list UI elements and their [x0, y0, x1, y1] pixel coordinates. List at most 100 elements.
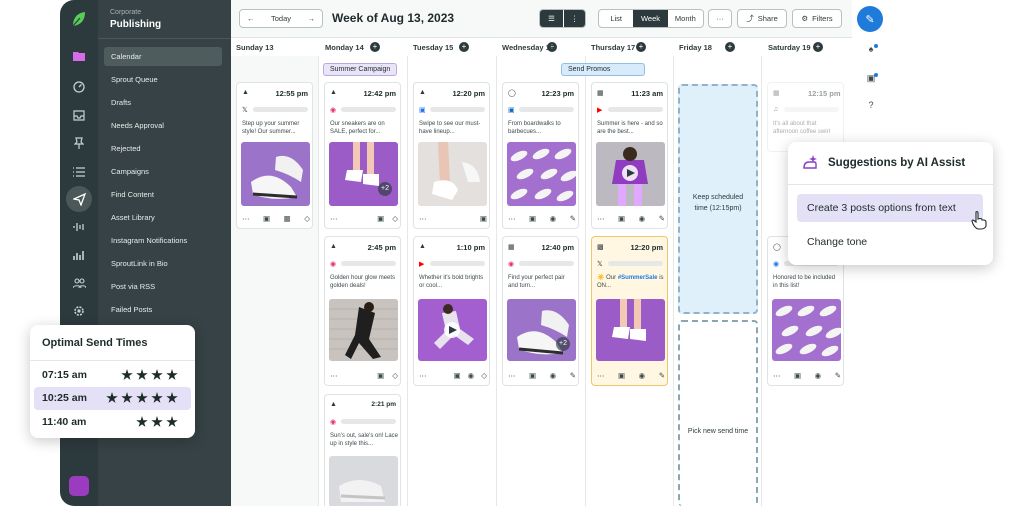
sidebar-item-asset-library[interactable]: Asset Library [104, 208, 222, 227]
more-icon[interactable]: ⋯ [242, 214, 250, 223]
post-video[interactable] [596, 142, 665, 206]
comment-icon[interactable]: ▣ [618, 371, 625, 380]
sidebar-item-instagram-notifications[interactable]: Instagram Notifications [104, 231, 222, 250]
gauge-icon[interactable] [70, 78, 88, 96]
settings-icon[interactable] [70, 302, 88, 320]
sidebar-item-sproutlink[interactable]: SproutLink in Bio [104, 254, 222, 273]
more-icon[interactable]: ⋯ [508, 371, 516, 380]
eye-icon[interactable]: ◉ [468, 371, 475, 380]
post-card[interactable]: ▦ 12:40 pm ◉ Find your perfect pair and … [502, 236, 579, 386]
expand-view-icon[interactable]: ⋮ [563, 10, 585, 27]
tab-list[interactable]: List [599, 10, 633, 27]
comment-icon[interactable]: ▣ [618, 214, 625, 223]
sidebar-item-needs-approval[interactable]: Needs Approval [104, 116, 222, 135]
post-card[interactable]: ◯ 12:23 pm ▣ From boardwalks to barbecue… [502, 82, 579, 229]
more-icon[interactable]: ⋯ [419, 214, 427, 223]
more-icon[interactable]: ⋯ [419, 371, 427, 380]
edit-icon[interactable]: ✎ [570, 214, 576, 223]
eye-icon[interactable]: ◉ [639, 371, 646, 380]
share-button[interactable]: ⤴ Share [737, 9, 787, 28]
sidebar-item-failed-posts[interactable]: Failed Posts [104, 300, 222, 319]
rating-stars [121, 369, 178, 381]
arrow-left-icon[interactable]: ← [247, 14, 255, 23]
pin-icon[interactable] [70, 134, 88, 152]
sidebar-item-find-content[interactable]: Find Content [104, 185, 222, 204]
tag-icon[interactable]: ◇ [392, 371, 398, 380]
post-card[interactable]: ▲ 12:42 pm ◉ Our sneakers are on SALE, p… [324, 82, 401, 229]
sidebar-item-drafts[interactable]: Drafts [104, 93, 222, 112]
filters-button[interactable]: ⚙ Filters [792, 9, 842, 28]
tab-week[interactable]: Week [633, 10, 668, 27]
pick-time-dropzone[interactable]: Pick new send time [678, 320, 758, 506]
inbox-icon[interactable] [70, 106, 88, 124]
hashtag[interactable]: #SummerSale [618, 275, 658, 281]
eye-icon[interactable]: ◉ [550, 371, 557, 380]
account-badge[interactable] [69, 476, 89, 496]
tag-icon[interactable]: ◇ [304, 214, 310, 223]
list-icon[interactable] [70, 163, 88, 181]
post-card[interactable]: ▲ 2:21 pm ◉ Sun's out, sale's on! Lace u… [324, 394, 401, 506]
add-post-icon[interactable]: + [370, 42, 380, 52]
comment-icon[interactable]: ▣ [377, 371, 384, 380]
eye-icon[interactable]: ◉ [639, 214, 646, 223]
tag-icon[interactable]: ◇ [481, 371, 487, 380]
sidebar-item-sprout-queue[interactable]: Sprout Queue [104, 70, 222, 89]
post-card[interactable]: ▲ 12:20 pm ▣ Swipe to see our must-have … [413, 82, 490, 229]
edit-icon[interactable]: ✎ [570, 371, 576, 380]
eye-icon[interactable]: ◉ [550, 214, 557, 223]
post-card[interactable]: ▦ 11:23 am ▶ Summer is here - and so are… [591, 82, 668, 229]
comment-icon[interactable]: ▣ [480, 214, 487, 223]
more-icon[interactable]: ⋯ [508, 214, 516, 223]
post-card[interactable]: ▲ 12:55 pm 𝕏 Step up your summer style! … [236, 82, 313, 229]
ai-option-change-tone[interactable]: Change tone [797, 230, 983, 254]
post-image [772, 299, 841, 361]
comment-icon[interactable]: ▣ [529, 371, 536, 380]
help-icon[interactable]: ? [865, 100, 877, 112]
folder-icon[interactable] [70, 47, 88, 65]
post-video[interactable] [418, 299, 487, 361]
sidebar-item-campaigns[interactable]: Campaigns [104, 162, 222, 181]
more-icon[interactable]: ⋯ [597, 214, 605, 223]
post-card-highlighted[interactable]: ▩ 12:20 pm 𝕏 ☀️ Our #SummerSale is ON...… [591, 236, 668, 386]
grid-view-icon[interactable]: ☰ [540, 10, 563, 27]
edit-icon[interactable]: ✎ [659, 371, 665, 380]
instagram-icon: ◉ [330, 419, 337, 426]
comment-icon[interactable]: ▣ [454, 371, 461, 380]
ai-option-create-posts[interactable]: Create 3 posts options from text [797, 194, 983, 222]
today-button[interactable]: Today [271, 14, 291, 23]
eye-icon[interactable]: ◉ [815, 371, 822, 380]
keep-time-dropzone[interactable]: Keep scheduled time (12:15pm) [678, 84, 758, 314]
add-post-icon[interactable]: + [636, 42, 646, 52]
sidebar-item-post-via-rss[interactable]: Post via RSS [104, 277, 222, 296]
post-card[interactable]: ▲ 1:10 pm ▶ Whether it's bold brights or… [413, 236, 490, 386]
add-post-icon[interactable]: + [459, 42, 469, 52]
sidebar-item-calendar[interactable]: Calendar [104, 47, 222, 66]
audio-wave-icon[interactable] [70, 218, 88, 236]
calendar-icon[interactable]: ▦ [284, 214, 291, 223]
send-icon[interactable] [66, 186, 92, 212]
tag-icon[interactable]: ◇ [392, 214, 398, 223]
comment-icon[interactable]: ▣ [263, 214, 270, 223]
layout-toggle[interactable]: ☰ ⋮ [539, 9, 586, 28]
comment-icon[interactable]: ▣ [794, 371, 801, 380]
edit-icon[interactable]: ✎ [835, 371, 841, 380]
arrow-right-icon[interactable]: → [307, 14, 315, 23]
users-icon[interactable] [70, 274, 88, 292]
bar-chart-icon[interactable] [70, 246, 88, 264]
comment-icon[interactable]: ▣ [377, 214, 384, 223]
tab-month[interactable]: Month [668, 10, 703, 27]
more-icon[interactable]: ⋯ [330, 214, 338, 223]
more-icon[interactable]: ⋯ [597, 371, 605, 380]
more-icon[interactable]: ⋯ [330, 371, 338, 380]
compose-button[interactable]: ✎ [857, 6, 883, 32]
sidebar-item-rejected[interactable]: Rejected [104, 139, 222, 158]
campaign-label-summer[interactable]: Summer Campaign [323, 63, 398, 76]
more-icon[interactable]: ⋯ [773, 371, 781, 380]
add-post-icon[interactable]: + [725, 42, 735, 52]
campaign-label-promos[interactable]: Send Promos [561, 63, 645, 76]
edit-icon[interactable]: ✎ [659, 214, 665, 223]
comment-icon[interactable]: ▣ [529, 214, 536, 223]
add-post-icon[interactable]: + [813, 42, 823, 52]
post-card[interactable]: ▲ 2:45 pm ◉ Golden hour glow meets golde… [324, 236, 401, 386]
more-options-button[interactable]: ··· [708, 9, 732, 28]
